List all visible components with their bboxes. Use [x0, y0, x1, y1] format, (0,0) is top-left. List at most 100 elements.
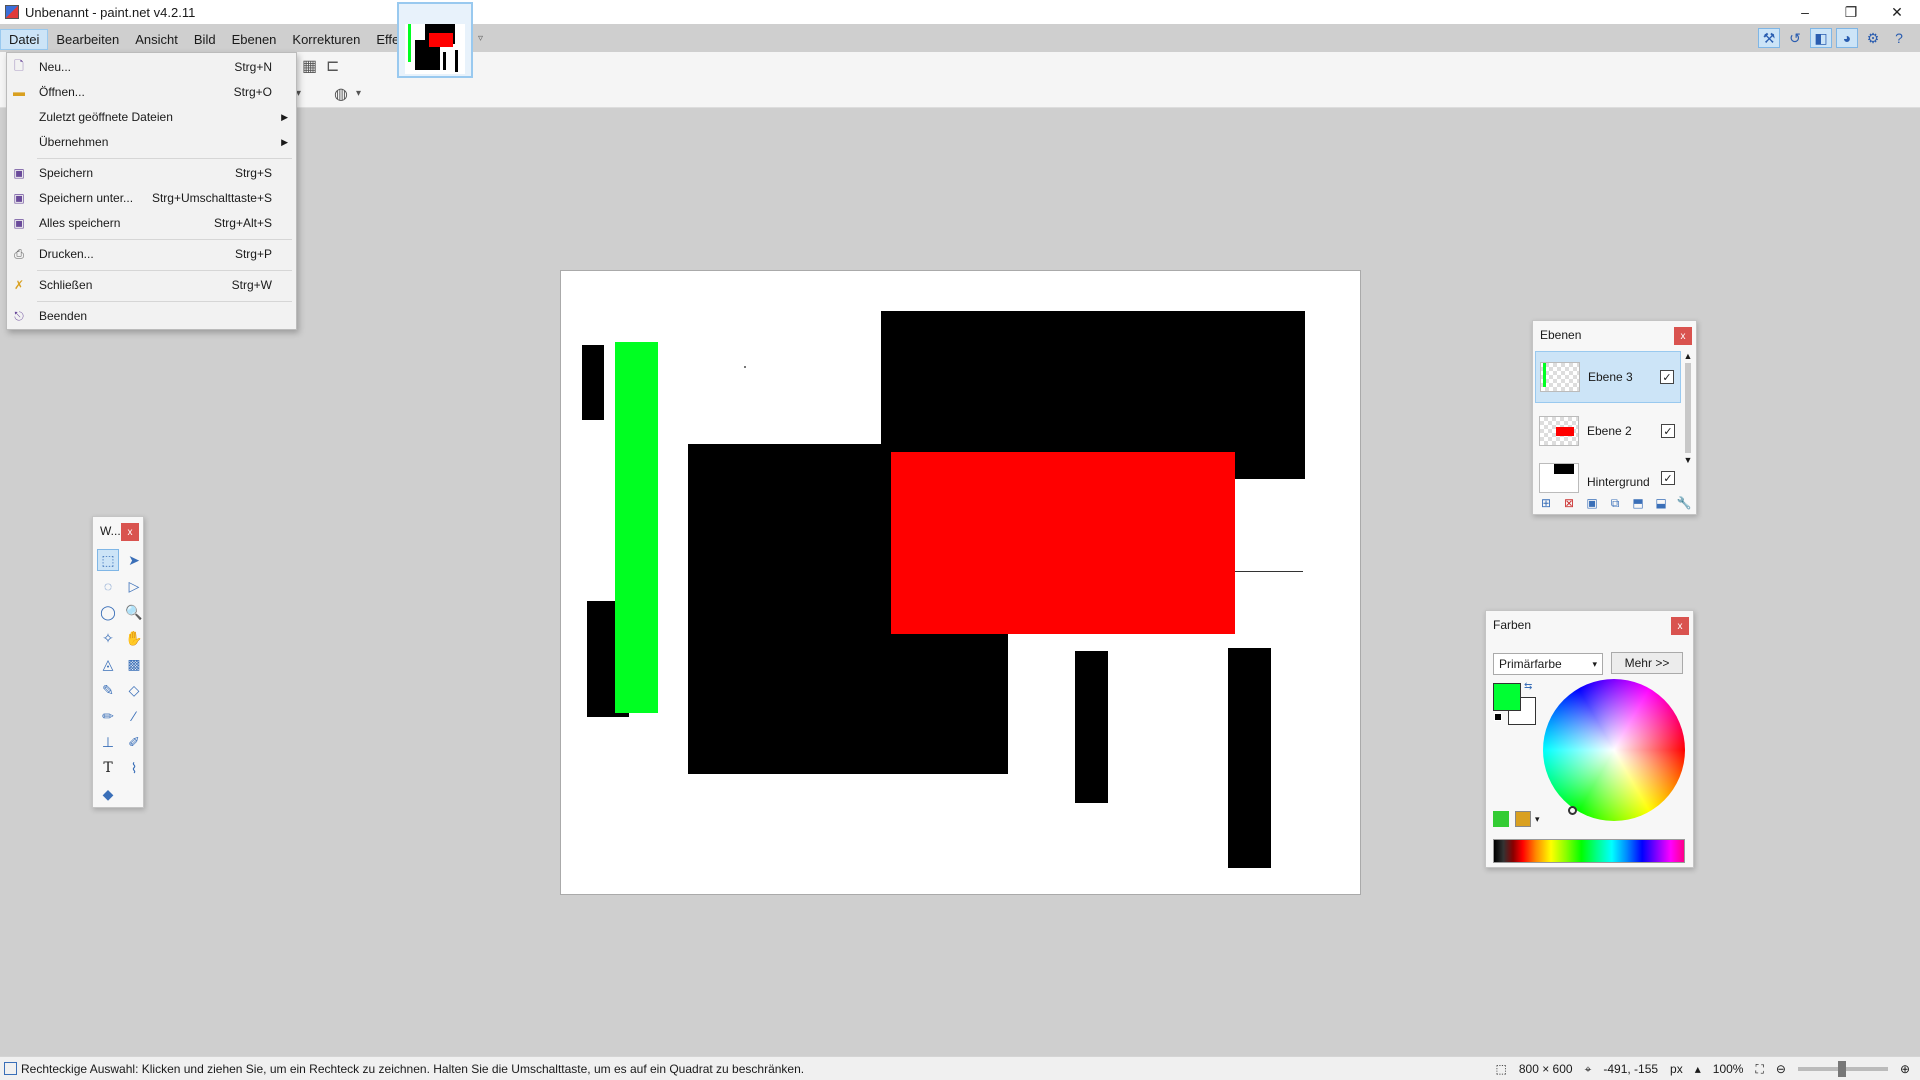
- text-icon[interactable]: T: [97, 757, 119, 779]
- layer-row-ebene-2[interactable]: Ebene 2 ✓: [1535, 405, 1681, 457]
- lasso-select-icon[interactable]: ◌: [97, 575, 119, 597]
- add-layer-icon[interactable]: ⊞: [1537, 494, 1555, 512]
- pencil-icon[interactable]: ✏: [97, 705, 119, 727]
- history-toggle-icon[interactable]: ↺: [1784, 28, 1806, 48]
- menu-item-print[interactable]: ⎙ Drucken... Strg+P: [7, 242, 296, 266]
- layers-scrollbar[interactable]: ▲ ▼: [1682, 351, 1694, 491]
- menu-item-save[interactable]: ▣ Speichern Strg+S: [7, 161, 296, 185]
- window-controls: – ❐ ✕: [1782, 0, 1920, 24]
- color-wheel-picker[interactable]: [1568, 806, 1577, 815]
- antialias-icon[interactable]: ◍: [334, 84, 348, 104]
- zoom-slider[interactable]: [1797, 1061, 1888, 1077]
- zoom-in-icon[interactable]: ⊕: [1900, 1062, 1910, 1076]
- zoom-out-icon[interactable]: ⊖: [1776, 1062, 1786, 1076]
- scroll-down-icon[interactable]: ▼: [1682, 455, 1694, 465]
- menu-korrekturen[interactable]: Korrekturen: [284, 30, 368, 49]
- add-to-palette-icon[interactable]: [1493, 811, 1509, 827]
- menu-item-exit[interactable]: ⎋ Beenden: [7, 304, 296, 328]
- reset-colors-icon[interactable]: [1494, 713, 1502, 721]
- merge-layer-icon[interactable]: ⧉: [1606, 494, 1624, 512]
- layer-visibility-checkbox[interactable]: ✓: [1661, 471, 1675, 485]
- more-colors-button[interactable]: Mehr >>: [1611, 652, 1683, 674]
- move-layer-up-icon[interactable]: ⬒: [1629, 494, 1647, 512]
- paint-bucket-icon[interactable]: ◬: [97, 653, 119, 675]
- layers-panel-close-button[interactable]: x: [1674, 327, 1692, 345]
- move-selected-icon[interactable]: ➤: [123, 549, 145, 571]
- paintbrush-icon[interactable]: ✎: [97, 679, 119, 701]
- layers-toolbar: ⊞ ⊠ ▣ ⧉ ⬒ ⬓ 🔧: [1537, 494, 1693, 512]
- menu-item-save-as[interactable]: ▣ Speichern unter... Strg+Umschalttaste+…: [7, 186, 296, 210]
- submenu-arrow-icon: ▶: [281, 111, 288, 122]
- layer-visibility-checkbox[interactable]: ✓: [1660, 370, 1674, 384]
- ruler-icon[interactable]: ⊏: [326, 56, 339, 76]
- menu-item-recent-files[interactable]: Zuletzt geöffnete Dateien ▶: [7, 105, 296, 129]
- tools-panel-header[interactable]: W... x: [93, 517, 143, 545]
- menu-bearbeiten[interactable]: Bearbeiten: [48, 30, 127, 49]
- menu-ebenen[interactable]: Ebenen: [224, 30, 285, 49]
- chevron-down-icon[interactable]: ▿: [478, 33, 483, 44]
- layer-thumbnail: [1539, 463, 1579, 493]
- menu-item-new[interactable]: 🗋 Neu... Strg+N: [7, 55, 296, 79]
- zoom-level[interactable]: 100%: [1713, 1062, 1744, 1076]
- pan-hand-icon[interactable]: ✋: [123, 627, 145, 649]
- ellipse-select-icon[interactable]: ◯: [97, 601, 119, 623]
- colors-toggle-icon[interactable]: ◕: [1836, 28, 1858, 48]
- tools-panel-close-button[interactable]: x: [121, 523, 139, 541]
- color-wheel[interactable]: [1543, 679, 1685, 821]
- delete-layer-icon[interactable]: ⊠: [1560, 494, 1578, 512]
- help-icon[interactable]: ?: [1888, 28, 1910, 48]
- zoom-slider-knob[interactable]: [1837, 1061, 1846, 1077]
- move-selection-icon[interactable]: ▷: [123, 575, 145, 597]
- zoom-icon[interactable]: 🔍: [123, 601, 145, 623]
- scroll-up-icon[interactable]: ▲: [1682, 351, 1694, 361]
- unit-select[interactable]: px: [1670, 1062, 1683, 1076]
- shapes-icon[interactable]: ◆: [97, 783, 119, 805]
- tools-toggle-icon[interactable]: ⚒: [1758, 28, 1780, 48]
- colors-panel-close-button[interactable]: x: [1671, 617, 1689, 635]
- layers-panel-header[interactable]: Ebenen x: [1533, 321, 1696, 349]
- minimize-button[interactable]: –: [1782, 0, 1828, 24]
- close-button[interactable]: ✕: [1874, 0, 1920, 24]
- layers-panel: Ebenen x Ebene 3 ✓ Ebene 2 ✓ Hintergrund…: [1532, 320, 1697, 515]
- document-thumbnail-tab[interactable]: [397, 2, 473, 78]
- menu-bild[interactable]: Bild: [186, 30, 224, 49]
- menu-ansicht[interactable]: Ansicht: [127, 30, 186, 49]
- layer-properties-icon[interactable]: 🔧: [1675, 494, 1693, 512]
- window-title: Unbenannt - paint.net v4.2.11: [25, 4, 196, 20]
- gradient-icon[interactable]: ▩: [123, 653, 145, 675]
- settings-gear-icon[interactable]: ⚙: [1862, 28, 1884, 48]
- menu-datei[interactable]: Datei: [0, 28, 49, 50]
- recolor-icon[interactable]: ✐: [123, 731, 145, 753]
- line-curve-icon[interactable]: ⌇: [123, 757, 145, 779]
- color-mode-select[interactable]: Primärfarbe ▾: [1493, 653, 1603, 675]
- swap-colors-icon[interactable]: ⇆: [1524, 681, 1532, 692]
- unit-up-icon[interactable]: ▴: [1695, 1062, 1701, 1076]
- menu-item-acquire[interactable]: Übernehmen ▶: [7, 130, 296, 154]
- magic-wand-icon[interactable]: ✧: [97, 627, 119, 649]
- layer-visibility-checkbox[interactable]: ✓: [1661, 424, 1675, 438]
- grid-icon[interactable]: ▦: [302, 56, 317, 76]
- rectangle-select-icon[interactable]: ⬚: [97, 549, 119, 571]
- color-palette[interactable]: [1493, 839, 1685, 863]
- menu-item-save-all[interactable]: ▣ Alles speichern Strg+Alt+S: [7, 211, 296, 235]
- primary-color-swatch[interactable]: [1493, 683, 1521, 711]
- color-picker-icon[interactable]: ⁄: [123, 705, 145, 727]
- zoom-fit-icon[interactable]: ⛶: [1755, 1062, 1763, 1077]
- palette-menu-icon[interactable]: [1515, 811, 1531, 827]
- layer-thumbnail: [1539, 416, 1579, 446]
- clone-stamp-icon[interactable]: ⊥: [97, 731, 119, 753]
- image-canvas[interactable]: [560, 270, 1361, 895]
- maximize-button[interactable]: ❐: [1828, 0, 1874, 24]
- layers-toggle-icon[interactable]: ◧: [1810, 28, 1832, 48]
- chevron-down-icon[interactable]: ▾: [1535, 814, 1540, 825]
- duplicate-layer-icon[interactable]: ▣: [1583, 494, 1601, 512]
- menu-item-close[interactable]: ✗ Schließen Strg+W: [7, 273, 296, 297]
- eraser-icon[interactable]: ◇: [123, 679, 145, 701]
- layer-row-ebene-3[interactable]: Ebene 3 ✓: [1535, 351, 1681, 403]
- chevron-down-icon[interactable]: ▾: [356, 88, 361, 99]
- menu-item-open[interactable]: ▬ Öffnen... Strg+O: [7, 80, 296, 104]
- colors-panel-header[interactable]: Farben x: [1486, 611, 1693, 639]
- move-layer-down-icon[interactable]: ⬓: [1652, 494, 1670, 512]
- scroll-thumb[interactable]: [1685, 363, 1691, 453]
- layer-row-hintergrund[interactable]: Hintergrund ✓: [1535, 459, 1681, 493]
